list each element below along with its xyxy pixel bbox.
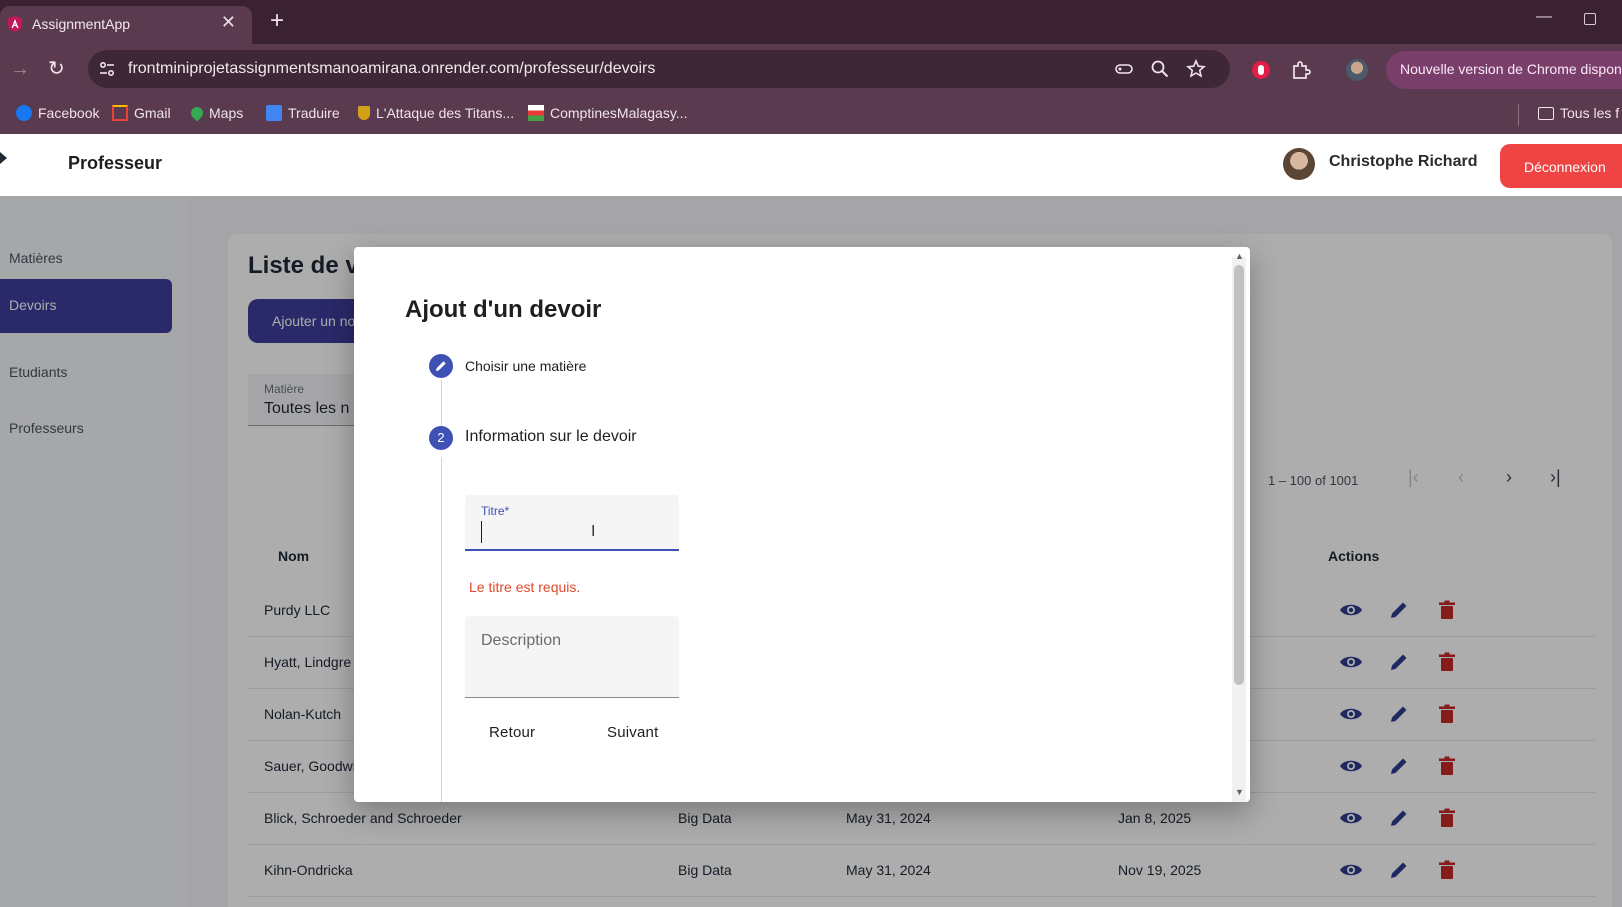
all-bookmarks-label: Tous les f bbox=[1560, 105, 1620, 121]
reload-icon[interactable]: ↻ bbox=[48, 56, 65, 81]
folder-icon bbox=[1538, 106, 1554, 120]
bookmark-label: Maps bbox=[209, 105, 244, 121]
gmail-icon bbox=[112, 105, 128, 121]
angular-favicon-icon bbox=[7, 16, 23, 32]
titre-input[interactable] bbox=[481, 521, 661, 543]
dialog-title: Ajout d'un devoir bbox=[405, 296, 602, 323]
suivant-button[interactable]: Suivant bbox=[607, 724, 658, 741]
bookmark-label: ComptinesMalagasy... bbox=[550, 105, 688, 121]
step-1-label[interactable]: Choisir une matière bbox=[465, 358, 586, 374]
bookmarks-divider bbox=[1518, 104, 1519, 126]
pencil-icon bbox=[436, 361, 446, 371]
retour-button[interactable]: Retour bbox=[489, 724, 535, 741]
add-devoir-dialog: Ajout d'un devoir Choisir une matière 2 … bbox=[354, 247, 1250, 802]
extension-shield-icon[interactable] bbox=[1250, 59, 1272, 81]
restore-window-icon[interactable] bbox=[1584, 13, 1596, 25]
bookmark-label: Facebook bbox=[38, 105, 100, 121]
titre-field[interactable]: Titre* bbox=[465, 495, 679, 551]
chrome-update-button[interactable]: Nouvelle version de Chrome disponib bbox=[1386, 51, 1622, 89]
browser-tab[interactable]: AssignmentApp ✕ bbox=[0, 6, 252, 44]
bookmark-label: L'Attaque des Titans... bbox=[376, 105, 515, 121]
minimize-window-icon[interactable]: — bbox=[1536, 8, 1552, 26]
dialog-scrollbar[interactable]: ▲ ▼ bbox=[1232, 251, 1246, 802]
bookmark-label: Gmail bbox=[134, 105, 171, 121]
app-header: Professeur Christophe Richard Déconnexio… bbox=[0, 134, 1622, 196]
bookmark-maps[interactable]: Maps bbox=[188, 104, 244, 122]
extensions-puzzle-icon[interactable] bbox=[1290, 59, 1312, 81]
browser-toolbar: → ↻ frontminiprojetassignmentsmanoamiran… bbox=[0, 44, 1622, 96]
profile-avatar-icon[interactable] bbox=[1346, 59, 1368, 81]
bookmark-star-icon[interactable] bbox=[1186, 59, 1206, 79]
close-tab-icon[interactable]: ✕ bbox=[221, 12, 236, 33]
bookmark-gmail[interactable]: Gmail bbox=[112, 105, 171, 121]
scroll-down-arrow-icon[interactable]: ▼ bbox=[1235, 787, 1244, 797]
bookmark-label: Traduire bbox=[288, 105, 340, 121]
stepper-connector bbox=[441, 380, 442, 432]
titre-label: Titre* bbox=[481, 504, 510, 518]
app-logo-icon[interactable] bbox=[0, 150, 10, 174]
url-text[interactable]: frontminiprojetassignmentsmanoamirana.on… bbox=[128, 60, 655, 78]
scrollbar-thumb[interactable] bbox=[1234, 265, 1244, 685]
site-info-icon[interactable] bbox=[98, 60, 116, 78]
user-avatar[interactable] bbox=[1283, 148, 1315, 180]
zoom-icon[interactable] bbox=[1150, 59, 1170, 79]
logout-button[interactable]: Déconnexion bbox=[1500, 144, 1622, 188]
scroll-up-arrow-icon[interactable]: ▲ bbox=[1235, 251, 1244, 261]
bookmark-attaque-titans[interactable]: L'Attaque des Titans... bbox=[358, 105, 514, 121]
facebook-icon bbox=[16, 105, 32, 121]
forward-arrow-icon[interactable]: → bbox=[10, 58, 30, 81]
user-name: Christophe Richard bbox=[1329, 153, 1478, 170]
step-2-number[interactable]: 2 bbox=[429, 426, 453, 450]
new-tab-icon[interactable]: + bbox=[270, 9, 284, 33]
flag-icon bbox=[528, 105, 544, 121]
address-bar[interactable]: frontminiprojetassignmentsmanoamirana.on… bbox=[88, 50, 1230, 88]
bookmark-facebook[interactable]: Facebook bbox=[16, 105, 99, 121]
translate-icon bbox=[266, 105, 282, 121]
titre-error-message: Le titre est requis. bbox=[469, 579, 581, 595]
description-input[interactable] bbox=[481, 632, 667, 688]
bookmark-traduire[interactable]: Traduire bbox=[266, 105, 340, 121]
all-bookmarks-folder[interactable]: Tous les f bbox=[1538, 105, 1619, 121]
app-title: Professeur bbox=[68, 153, 163, 173]
description-field[interactable] bbox=[465, 616, 679, 698]
maps-pin-icon bbox=[188, 104, 206, 122]
bookmarks-bar: Facebook Gmail Maps Traduire L'Attaque d… bbox=[0, 96, 1622, 134]
text-cursor-icon: I bbox=[591, 523, 596, 540]
shield-emblem-icon bbox=[358, 106, 370, 120]
browser-tab-title: AssignmentApp bbox=[32, 16, 131, 32]
password-key-icon[interactable] bbox=[1114, 59, 1134, 79]
browser-tab-strip: AssignmentApp ✕ + — bbox=[0, 0, 1622, 44]
stepper-content-line bbox=[441, 457, 442, 802]
step-2-label[interactable]: Information sur le devoir bbox=[465, 428, 637, 446]
step-1-edit-icon[interactable] bbox=[429, 354, 453, 378]
bookmark-comptines[interactable]: ComptinesMalagasy... bbox=[528, 105, 687, 121]
